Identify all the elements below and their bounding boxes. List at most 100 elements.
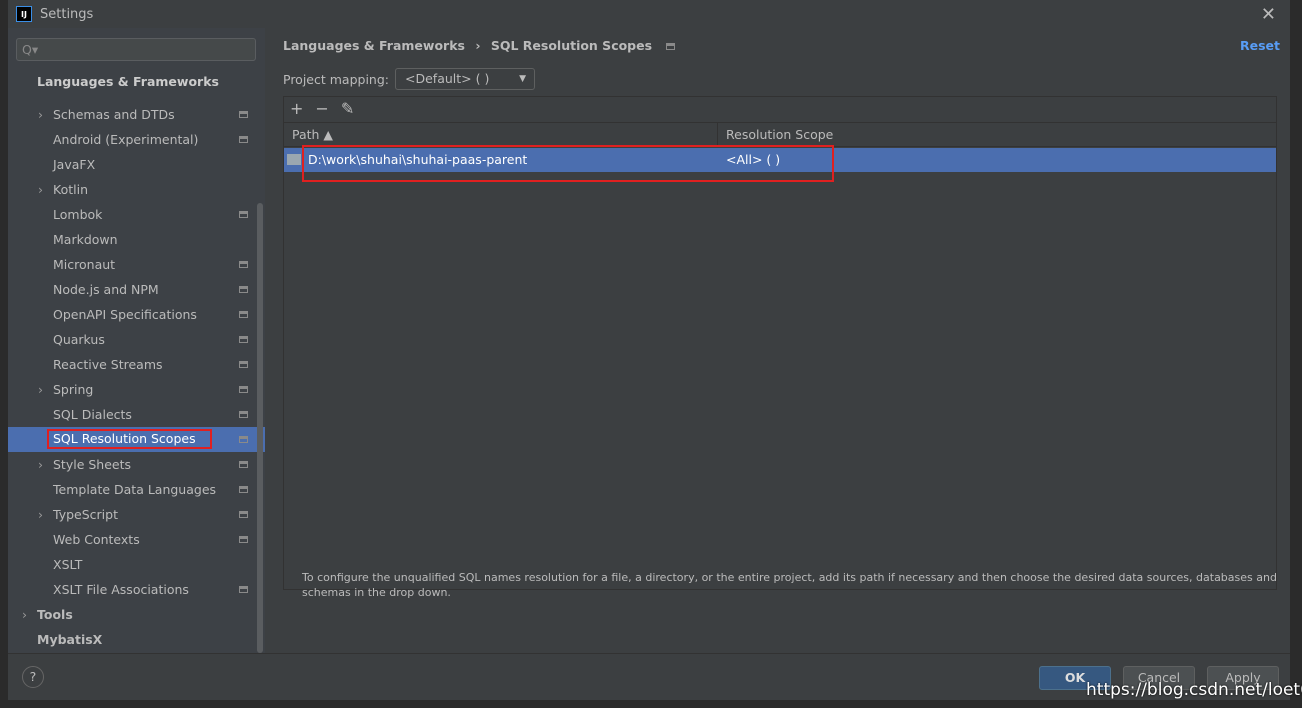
sidebar-item[interactable]: Reactive Streams bbox=[8, 352, 265, 377]
sidebar-item-label: TypeScript bbox=[53, 507, 118, 522]
row-path: D:\work\shuhai\shuhai-paas-parent bbox=[308, 152, 528, 167]
settings-dialog: IJ Settings ✕ Q▾ Languages & Frameworks … bbox=[8, 0, 1290, 700]
project-mapping-label: Project mapping: bbox=[283, 72, 389, 87]
folder-icon bbox=[287, 154, 301, 165]
sidebar-item-label: XSLT bbox=[53, 557, 83, 572]
sidebar-item[interactable]: XSLT bbox=[8, 552, 265, 577]
project-mapping-value: <Default> ( ) bbox=[405, 71, 490, 86]
sidebar-item-label: Quarkus bbox=[53, 332, 105, 347]
sidebar-item[interactable]: Markdown bbox=[8, 227, 265, 252]
breadcrumb-parent[interactable]: Languages & Frameworks bbox=[283, 38, 465, 53]
search-input[interactable]: Q▾ bbox=[16, 38, 256, 61]
help-text: To configure the unqualified SQL names r… bbox=[302, 571, 1277, 599]
window-title: Settings bbox=[40, 6, 94, 22]
sidebar-item-label: Template Data Languages bbox=[53, 482, 217, 497]
sidebar-item[interactable]: SQL Dialects bbox=[8, 402, 265, 427]
sidebar-item-label: Micronaut bbox=[53, 257, 116, 272]
column-resolution-scope[interactable]: Resolution Scope bbox=[718, 123, 833, 146]
chevron-right-icon: › bbox=[38, 507, 43, 522]
remove-icon[interactable]: − bbox=[315, 99, 328, 120]
sidebar-item-label: Tools bbox=[37, 607, 73, 622]
sidebar-item[interactable]: Quarkus bbox=[8, 327, 265, 352]
sidebar-item-label: Web Contexts bbox=[53, 532, 140, 547]
edit-icon[interactable]: ✎ bbox=[341, 99, 354, 120]
breadcrumb-separator: › bbox=[475, 38, 481, 53]
project-settings-icon bbox=[239, 386, 248, 393]
sidebar-item-label: Schemas and DTDs bbox=[53, 107, 175, 122]
table-toolbar: + − ✎ bbox=[284, 97, 1276, 123]
reset-link[interactable]: Reset bbox=[1240, 38, 1280, 53]
watermark: https://blog.csdn.net/loet6010 bbox=[1086, 680, 1302, 700]
breadcrumb: Languages & Frameworks › SQL Resolution … bbox=[283, 38, 676, 53]
sidebar-item-label: JavaFX bbox=[53, 157, 96, 172]
breadcrumb-current: SQL Resolution Scopes bbox=[490, 38, 653, 53]
sidebar-item-label: Android (Experimental) bbox=[53, 132, 199, 147]
project-settings-icon bbox=[239, 411, 248, 418]
sidebar-item[interactable]: Android (Experimental) bbox=[8, 127, 265, 152]
close-icon[interactable]: ✕ bbox=[1261, 4, 1276, 25]
project-settings-icon bbox=[239, 461, 248, 468]
project-settings-icon bbox=[239, 486, 248, 493]
sidebar-item-label: SQL Dialects bbox=[53, 407, 132, 422]
project-settings-icon bbox=[239, 111, 248, 118]
sidebar-item-label: Kotlin bbox=[53, 182, 88, 197]
scopes-table-panel: + − ✎ Path ▲ Resolution Scope D:\work\sh… bbox=[283, 96, 1277, 590]
chevron-right-icon: › bbox=[38, 182, 43, 197]
table-row[interactable]: D:\work\shuhai\shuhai-paas-parent <All> … bbox=[284, 145, 1276, 182]
project-settings-icon bbox=[239, 436, 248, 443]
chevron-right-icon: › bbox=[38, 457, 43, 472]
sidebar-item[interactable]: › Spring bbox=[8, 377, 265, 402]
sidebar-item[interactable]: XSLT File Associations bbox=[8, 577, 265, 602]
table-header: Path ▲ Resolution Scope bbox=[284, 123, 1276, 147]
project-settings-icon bbox=[239, 261, 248, 268]
project-settings-icon bbox=[239, 211, 248, 218]
sidebar-item[interactable]: OpenAPI Specifications bbox=[8, 302, 265, 327]
row-scope[interactable]: <All> ( ) bbox=[726, 148, 780, 172]
project-mapping-dropdown[interactable]: <Default> ( ) ▼ bbox=[395, 68, 535, 90]
project-settings-icon bbox=[666, 43, 676, 50]
chevron-right-icon: › bbox=[38, 107, 43, 122]
sidebar-item-label: Spring bbox=[53, 382, 94, 397]
project-settings-icon bbox=[239, 136, 248, 143]
sidebar-item[interactable]: › Kotlin bbox=[8, 177, 265, 202]
sidebar-item[interactable]: Template Data Languages bbox=[8, 477, 265, 502]
group-languages-frameworks[interactable]: Languages & Frameworks bbox=[37, 74, 219, 89]
sidebar-item[interactable]: › Style Sheets bbox=[8, 452, 265, 477]
settings-sidebar: Q▾ Languages & Frameworks › Schemas and D… bbox=[8, 28, 265, 653]
sidebar-item[interactable]: Node.js and NPM bbox=[8, 277, 265, 302]
project-settings-icon bbox=[239, 511, 248, 518]
sidebar-item[interactable]: Web Contexts bbox=[8, 527, 265, 552]
sidebar-item[interactable]: › Schemas and DTDs bbox=[8, 102, 265, 127]
project-settings-icon bbox=[239, 536, 248, 543]
title-bar: IJ Settings ✕ bbox=[8, 0, 1290, 28]
sidebar-item-label: Node.js and NPM bbox=[53, 282, 159, 297]
project-settings-icon bbox=[239, 311, 248, 318]
sidebar-item[interactable]: SQL Resolution Scopes bbox=[8, 427, 265, 452]
sidebar-item-label: Style Sheets bbox=[53, 457, 132, 472]
project-settings-icon bbox=[239, 286, 248, 293]
sidebar-item[interactable]: Micronaut bbox=[8, 252, 265, 277]
chevron-down-icon: ▼ bbox=[519, 74, 526, 84]
sidebar-item-label: MybatisX bbox=[37, 632, 103, 647]
sidebar-item[interactable]: JavaFX bbox=[8, 152, 265, 177]
sidebar-item-mybatisx[interactable]: MybatisX bbox=[8, 627, 265, 652]
project-settings-icon bbox=[239, 586, 248, 593]
column-path[interactable]: Path ▲ bbox=[284, 123, 718, 146]
main-panel: Languages & Frameworks › SQL Resolution … bbox=[273, 28, 1290, 653]
sidebar-item-tools[interactable]: › Tools bbox=[8, 602, 265, 627]
sidebar-scrollbar[interactable] bbox=[257, 203, 263, 653]
intellij-logo-icon: IJ bbox=[16, 6, 32, 22]
sidebar-item[interactable]: Lombok bbox=[8, 202, 265, 227]
sidebar-item-label: Markdown bbox=[53, 232, 118, 247]
sidebar-item-label: Reactive Streams bbox=[53, 357, 163, 372]
add-icon[interactable]: + bbox=[290, 99, 303, 120]
project-settings-icon bbox=[239, 361, 248, 368]
project-settings-icon bbox=[239, 336, 248, 343]
sidebar-item-label: XSLT File Associations bbox=[53, 582, 189, 597]
sidebar-item-label: SQL Resolution Scopes bbox=[47, 429, 212, 449]
chevron-right-icon: › bbox=[38, 382, 43, 397]
sidebar-item[interactable]: › TypeScript bbox=[8, 502, 265, 527]
sidebar-item-label: OpenAPI Specifications bbox=[53, 307, 197, 322]
sidebar-item-label: Lombok bbox=[53, 207, 103, 222]
help-button[interactable]: ? bbox=[22, 666, 44, 688]
